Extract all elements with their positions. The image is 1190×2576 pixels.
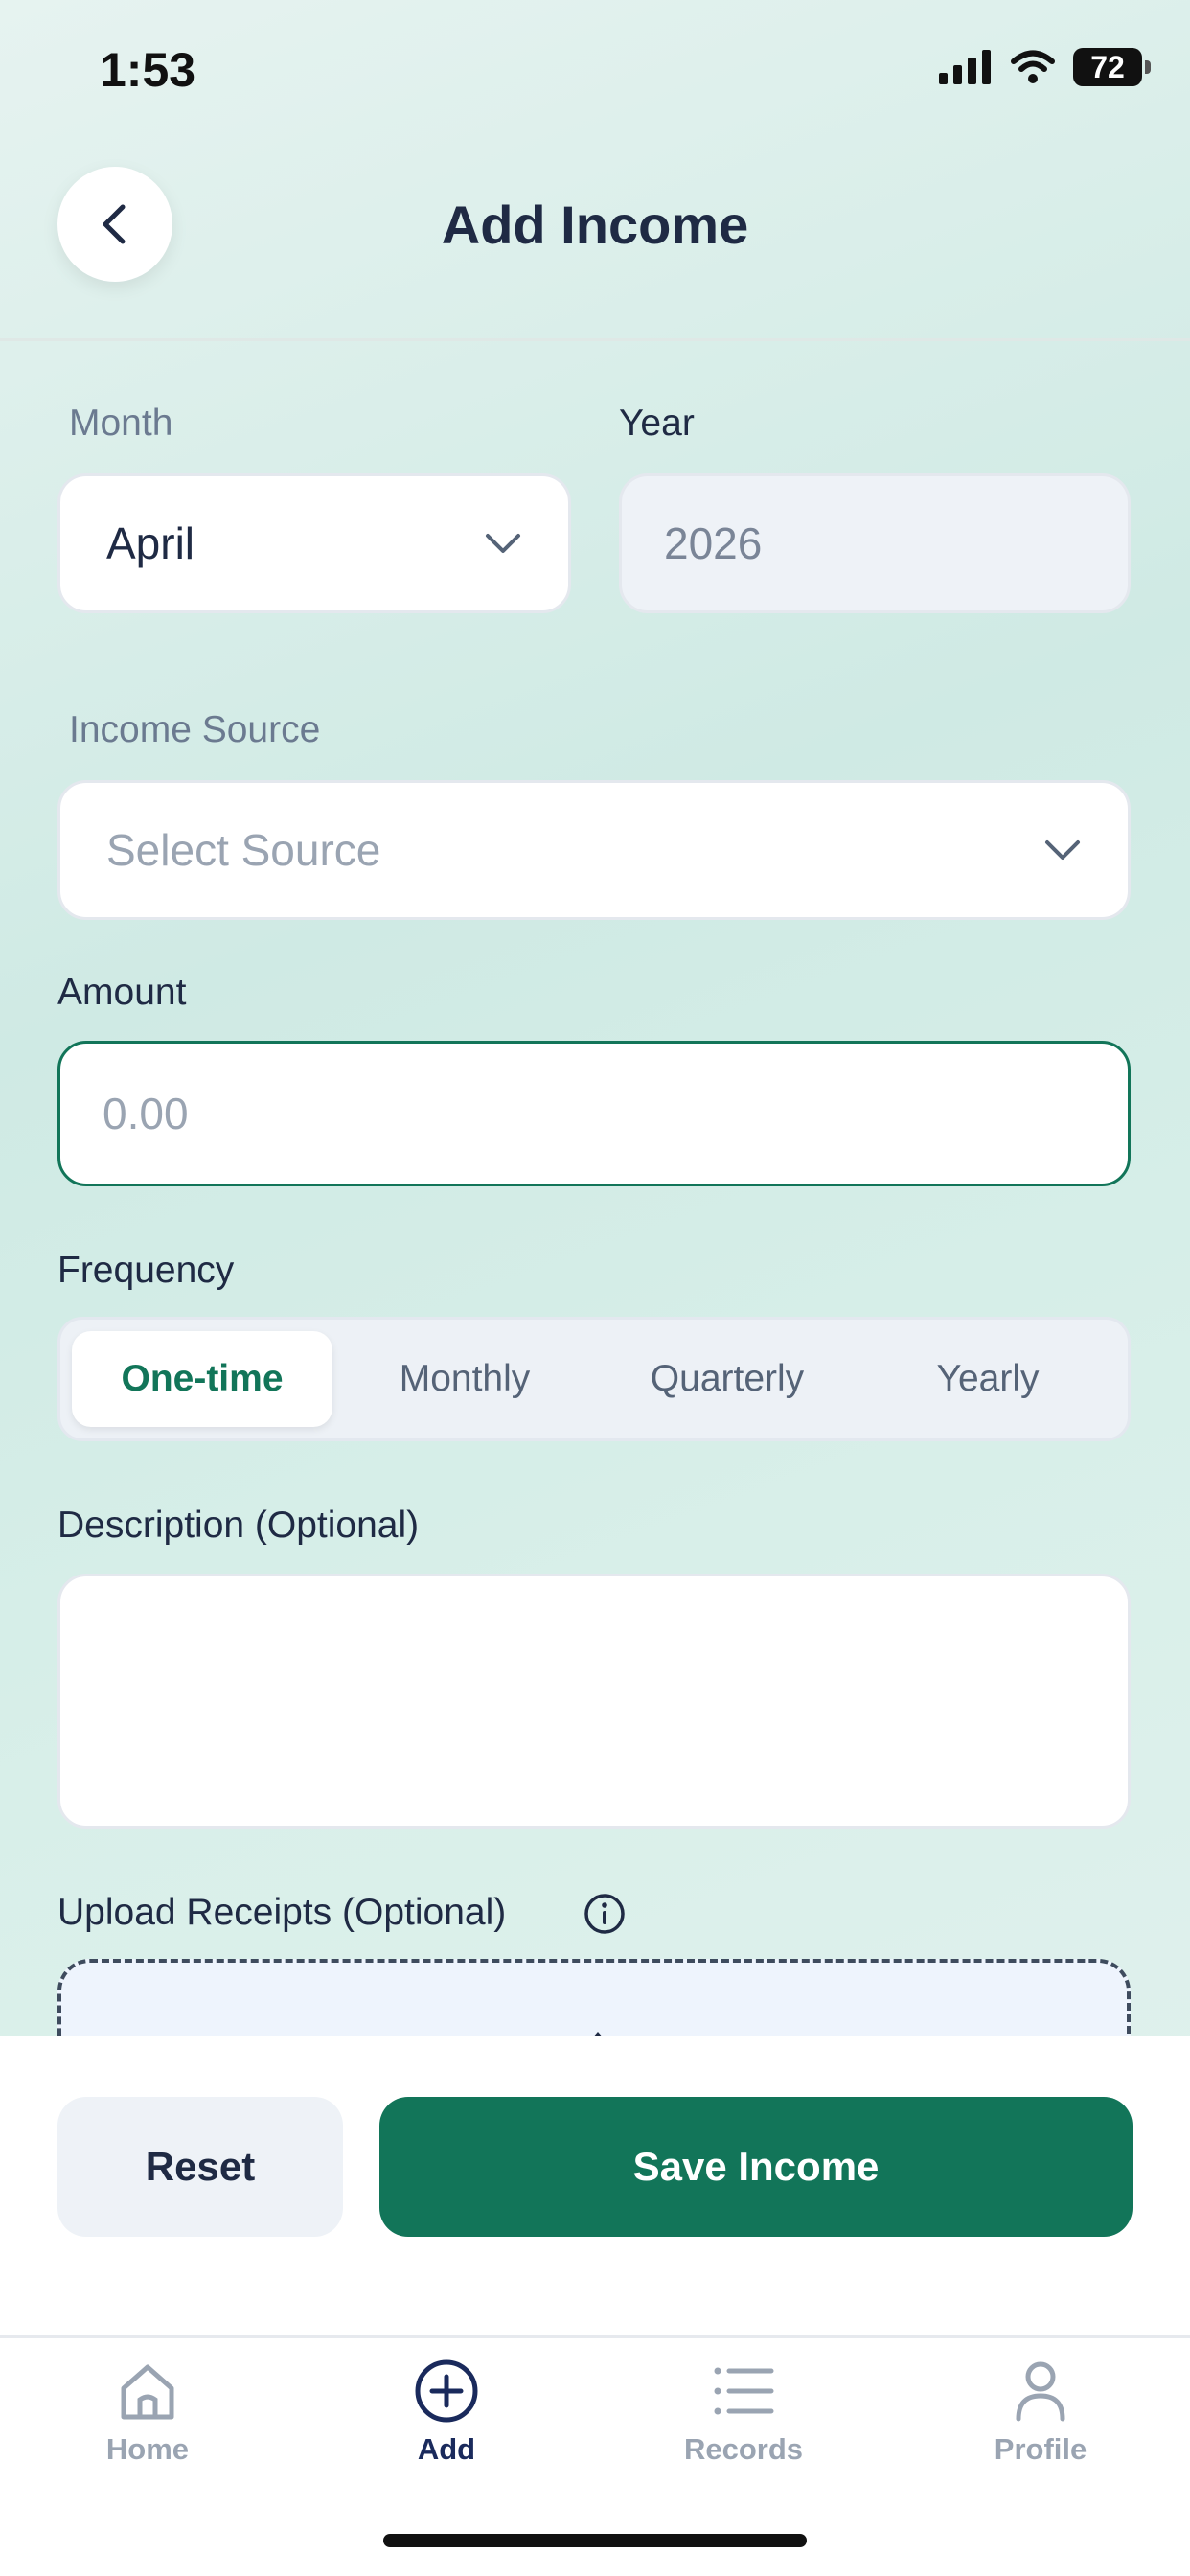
frequency-label: Frequency bbox=[57, 1250, 235, 1291]
home-indicator bbox=[383, 2534, 807, 2547]
month-value: April bbox=[106, 518, 195, 568]
cellular-signal-icon bbox=[939, 50, 991, 84]
status-time: 1:53 bbox=[100, 43, 196, 97]
tab-label: Profile bbox=[994, 2432, 1087, 2466]
page-title: Add Income bbox=[441, 195, 749, 255]
year-value: 2026 bbox=[664, 518, 763, 568]
action-bar: Reset Save Income bbox=[0, 2036, 1190, 2338]
frequency-option-yearly[interactable]: Yearly bbox=[858, 1331, 1118, 1427]
status-icons: 72 bbox=[939, 48, 1151, 86]
upload-receipts-label: Upload Receipts (Optional) bbox=[57, 1892, 507, 1933]
income-source-select[interactable]: Select Source bbox=[57, 780, 1131, 920]
month-label: Month bbox=[69, 402, 173, 444]
list-icon bbox=[714, 2367, 774, 2415]
tab-label: Home bbox=[105, 2432, 190, 2466]
amount-placeholder: 0.00 bbox=[103, 1089, 189, 1138]
tab-records[interactable]: Records bbox=[638, 2358, 849, 2492]
chevron-down-icon bbox=[1045, 840, 1080, 860]
chevron-down-icon bbox=[486, 534, 520, 553]
frequency-segmented-control: One-time Monthly Quarterly Yearly bbox=[57, 1317, 1131, 1441]
frequency-option-one-time[interactable]: One-time bbox=[72, 1331, 332, 1427]
user-icon bbox=[1016, 2361, 1065, 2422]
page-header: Add Income bbox=[0, 144, 1190, 341]
reset-button[interactable]: Reset bbox=[57, 2097, 343, 2237]
home-icon bbox=[121, 2364, 174, 2420]
tab-profile[interactable]: Profile bbox=[935, 2358, 1146, 2492]
amount-label: Amount bbox=[57, 972, 187, 1013]
description-label: Description (Optional) bbox=[57, 1505, 420, 1546]
wifi-icon bbox=[1011, 50, 1055, 83]
year-field: 2026 bbox=[619, 473, 1131, 613]
frequency-option-monthly[interactable]: Monthly bbox=[334, 1331, 595, 1427]
income-source-label: Income Source bbox=[69, 709, 321, 750]
frequency-option-quarterly[interactable]: Quarterly bbox=[597, 1331, 858, 1427]
save-income-button[interactable]: Save Income bbox=[379, 2097, 1133, 2237]
month-select[interactable]: April bbox=[57, 473, 571, 613]
description-textarea[interactable] bbox=[57, 1574, 1131, 1828]
amount-input[interactable]: 0.00 bbox=[57, 1041, 1131, 1186]
tab-label: Records bbox=[683, 2432, 804, 2466]
add-circle-icon bbox=[415, 2359, 478, 2423]
tab-label: Add bbox=[417, 2432, 476, 2466]
income-source-placeholder: Select Source bbox=[106, 825, 381, 875]
info-icon[interactable] bbox=[583, 1892, 627, 1936]
battery-icon: 72 bbox=[1073, 48, 1151, 86]
status-bar: 1:53 72 bbox=[0, 0, 1190, 144]
year-label: Year bbox=[619, 402, 695, 444]
tab-add[interactable]: Add bbox=[341, 2358, 552, 2492]
tab-home[interactable]: Home bbox=[42, 2358, 253, 2492]
battery-level: 72 bbox=[1090, 49, 1125, 84]
